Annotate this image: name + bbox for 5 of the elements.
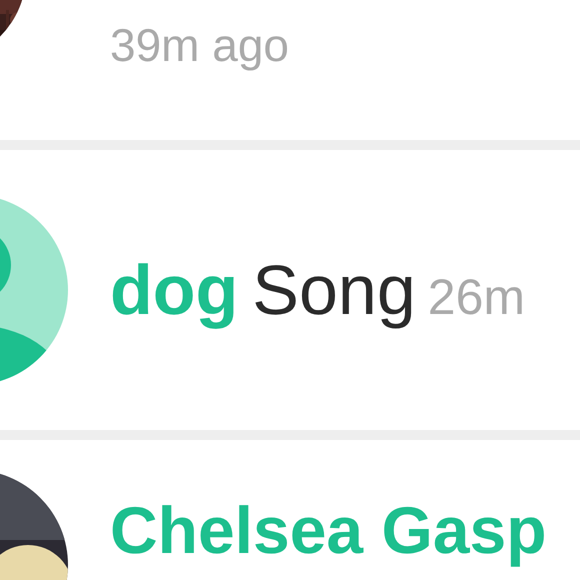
user-name[interactable]: Chelsea Gasp	[110, 492, 547, 568]
post-time: 26m	[428, 268, 526, 326]
user-name[interactable]: dog	[110, 250, 238, 330]
post-text: Song	[252, 250, 416, 330]
post-time: 39m ago	[110, 19, 290, 71]
